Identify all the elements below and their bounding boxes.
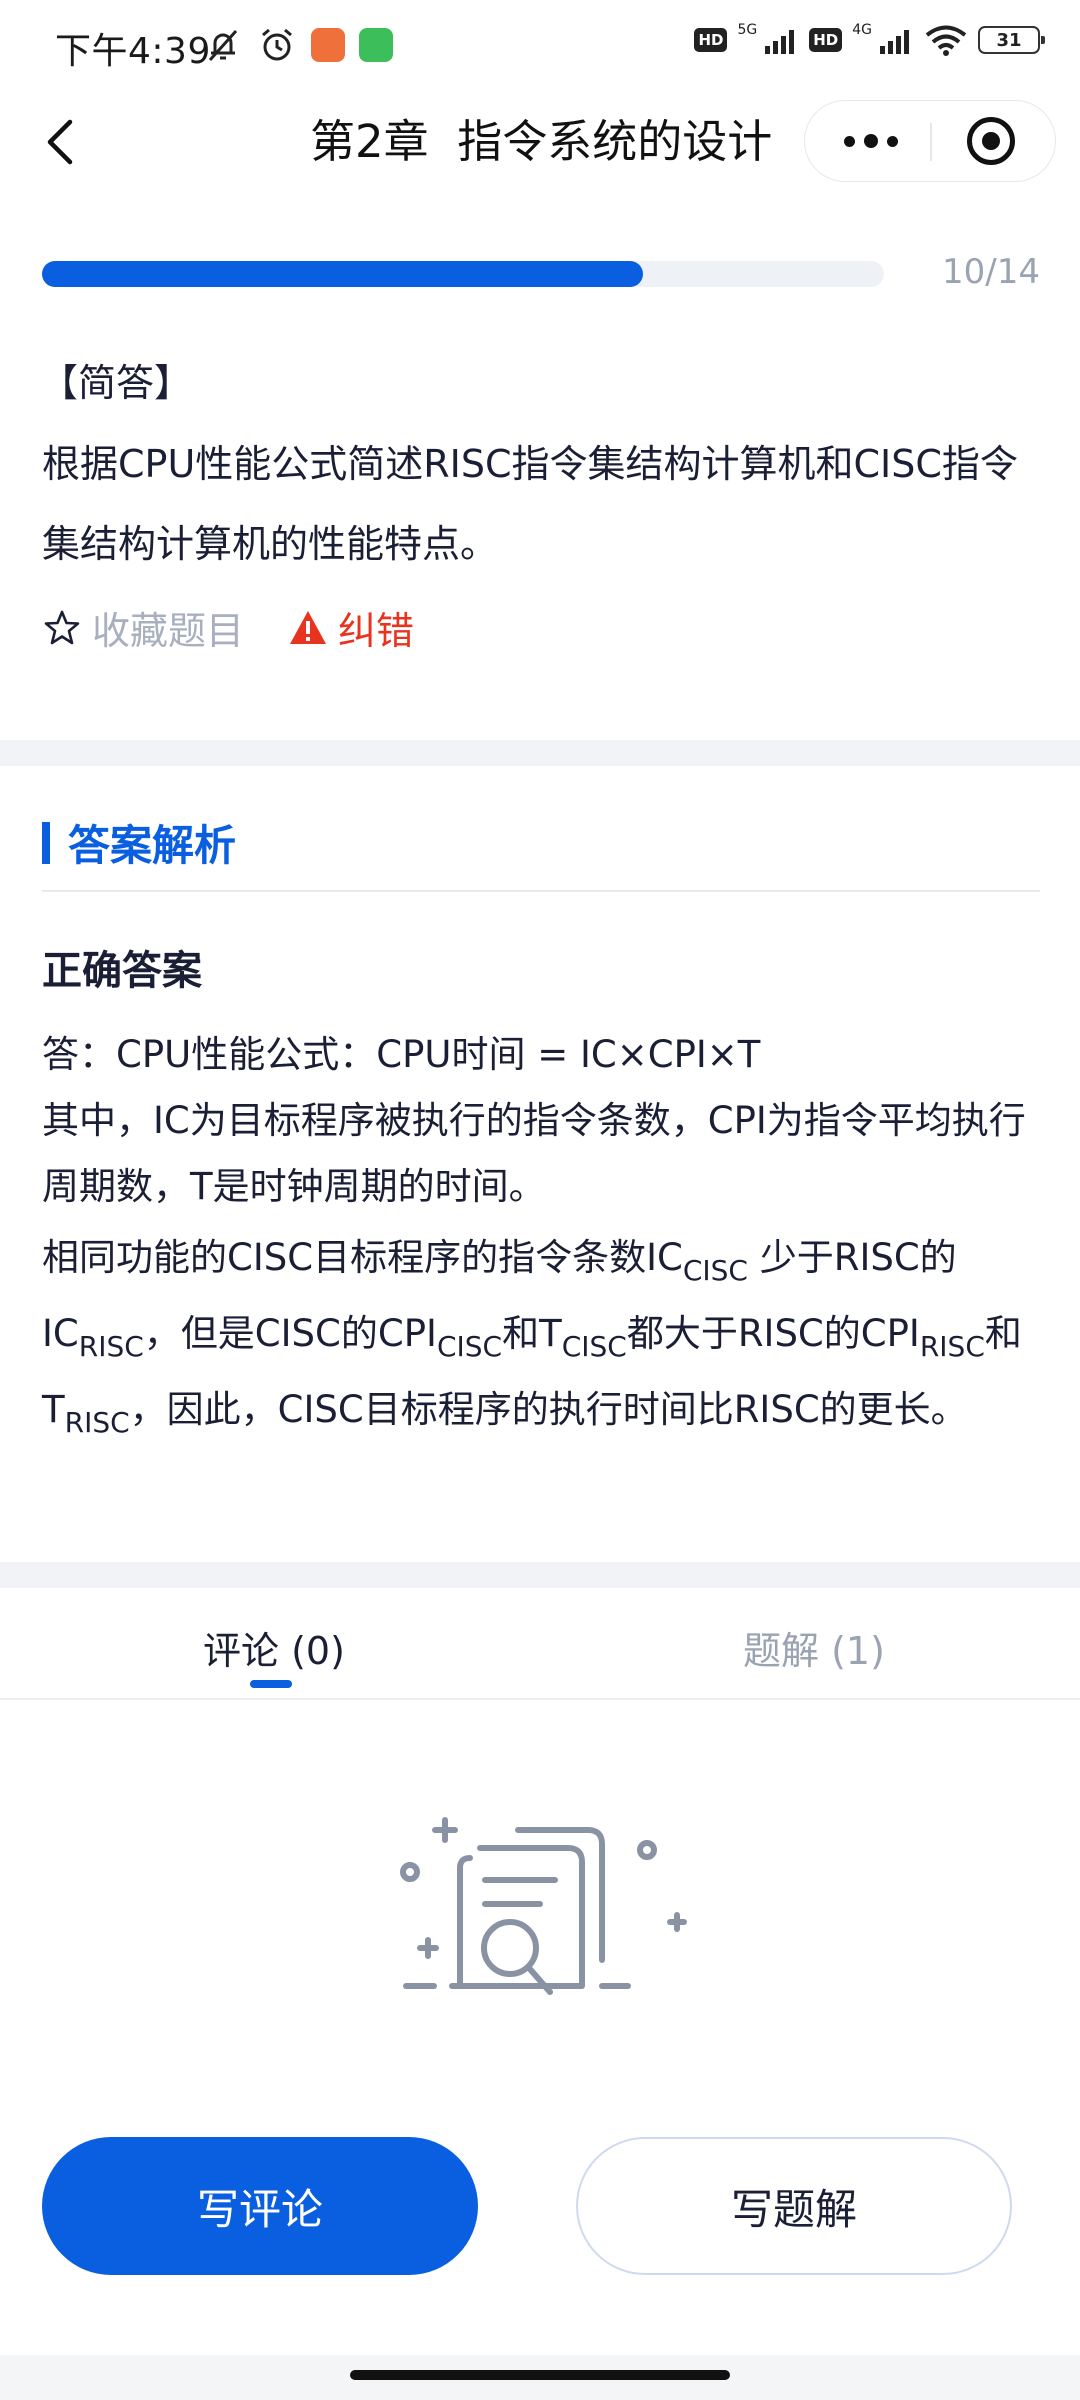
home-indicator[interactable]	[350, 2370, 730, 2380]
network-type-label: 4G	[852, 22, 872, 38]
status-time: 下午4:39	[55, 31, 211, 72]
back-icon[interactable]	[38, 114, 88, 170]
answer-line: 相同功能的CISC目标程序的指令条数ICCISC 少于RISC的ICRISC，但…	[42, 1236, 1022, 1439]
report-label: 纠错	[338, 609, 415, 653]
answer-section-title: 答案解析	[68, 821, 237, 870]
hd-badge: HD	[694, 28, 728, 52]
status-left-icons	[203, 22, 393, 68]
battery-icon: 31	[978, 26, 1045, 54]
answer-body: 答：CPU性能公式：CPU时间 = IC×CPI×T 其中，IC为目标程序被执行…	[42, 1022, 1042, 1448]
network-type-label: 5G	[737, 22, 758, 38]
section-accent-bar	[42, 821, 50, 864]
mute-bell-icon	[208, 29, 238, 62]
wifi-icon	[925, 25, 967, 56]
answer-line: 答：CPU性能公式：CPU时间 = IC×CPI×T	[42, 1033, 761, 1076]
miniprogram-capsule	[804, 100, 1056, 182]
app-notification-orange-icon	[311, 28, 345, 62]
progress-fill	[42, 261, 644, 287]
signal-icon	[765, 30, 795, 54]
signal-icon	[880, 30, 909, 54]
correct-answer-title: 正确答案	[42, 948, 202, 994]
tab-solutions[interactable]: 题解 (1)	[743, 1620, 885, 1675]
page-title: 第2章 指令系统的设计	[310, 115, 773, 168]
question-actions: 收藏题目 纠错	[42, 600, 414, 655]
section-separator	[0, 740, 1080, 766]
capsule-divider	[930, 123, 932, 161]
answer-section-header: 答案解析	[42, 812, 236, 873]
progress-counter: 10/14	[942, 252, 1040, 292]
favorite-label: 收藏题目	[92, 609, 245, 653]
divider	[42, 890, 1040, 892]
more-icon[interactable]	[823, 101, 919, 181]
report-error-button[interactable]: 纠错	[288, 600, 414, 655]
favorite-button[interactable]: 收藏题目	[42, 600, 244, 655]
answer-line: 其中，IC为目标程序被执行的指令条数，CPI为指令平均执行周期数，T是时钟周期的…	[42, 1099, 1026, 1208]
battery-level: 31	[996, 29, 1022, 51]
tab-active-indicator	[250, 1680, 292, 1688]
section-separator	[0, 1562, 1080, 1588]
hd-badge: HD	[809, 28, 843, 52]
app-notification-green-icon	[359, 28, 393, 62]
write-solution-button[interactable]: 写题解	[576, 2137, 1012, 2275]
warning-icon	[290, 610, 327, 644]
status-bar: 下午4:39 HD 5G HD 4G 31	[0, 0, 1080, 90]
write-comment-button[interactable]: 写评论	[42, 2137, 478, 2275]
empty-document-search-icon	[400, 1817, 687, 1995]
nav-bar: 第2章 指令系统的设计	[0, 90, 1080, 195]
close-miniprogram-icon[interactable]	[967, 117, 1015, 165]
status-right-icons: HD 5G HD 4G 31	[694, 22, 1045, 56]
tab-comments[interactable]: 评论 (0)	[203, 1620, 345, 1675]
star-icon	[44, 610, 80, 644]
tab-divider	[0, 1698, 1080, 1700]
progress-bar	[42, 261, 884, 287]
alarm-icon	[262, 28, 292, 61]
question-text: 根据CPU性能公式简述RISC指令集结构计算机和CISC指令集结构计算机的性能特…	[42, 442, 1018, 566]
question-type: 【简答】	[40, 361, 193, 405]
